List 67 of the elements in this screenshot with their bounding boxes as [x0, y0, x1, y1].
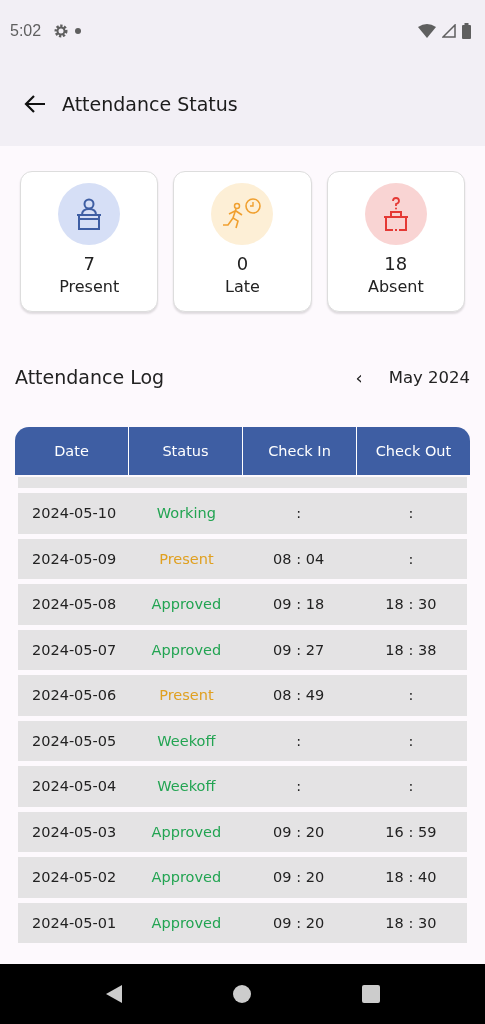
- back-nav-icon[interactable]: [105, 984, 124, 1004]
- check-out-cell-text: :: [407, 687, 415, 704]
- check-in-cell-text: 09 : 20: [272, 823, 326, 840]
- status-cell-text: Approved: [150, 914, 223, 931]
- status-cell-text: Weekoff: [156, 778, 217, 795]
- summary-label: Absent: [367, 277, 424, 296]
- date-cell-text: 2024-05-05: [31, 732, 118, 749]
- page-title: Attendance Status: [62, 93, 238, 115]
- check-in-cell-text: 09 : 18: [272, 596, 326, 613]
- check-in-cell-text: :: [295, 505, 303, 522]
- recents-nav-icon[interactable]: [361, 985, 380, 1003]
- column-header: Date: [53, 442, 90, 461]
- date-cell-text: 2024-05-06: [31, 687, 118, 704]
- check-out-cell-text: 16 : 59: [384, 823, 438, 840]
- check-out-cell-text: 18 : 40: [384, 869, 438, 886]
- status-cell-text: Weekoff: [156, 732, 217, 749]
- summary-count: 18: [384, 253, 408, 274]
- check-out-cell-text: 18 : 30: [384, 914, 438, 931]
- running-person-clock-icon: [222, 198, 263, 230]
- check-out-cell-text: 18 : 30: [384, 596, 438, 613]
- month-label: May 2024: [388, 367, 470, 387]
- status-cell-text: Approved: [150, 596, 223, 613]
- summary-label: Late: [225, 277, 260, 296]
- check-in-cell-text: 09 : 20: [272, 914, 326, 931]
- previous-month-button[interactable]: ‹: [349, 366, 369, 388]
- wifi-icon: [418, 24, 436, 38]
- status-cell-text: Approved: [150, 641, 223, 658]
- settings-icon: [53, 23, 70, 39]
- summary-count: 7: [83, 253, 95, 274]
- status-cell-text: Present: [158, 550, 215, 567]
- check-in-cell-text: 08 : 04: [272, 550, 326, 567]
- status-cell-text: Approved: [150, 869, 223, 886]
- check-out-cell-text: :: [407, 778, 415, 795]
- check-in-cell-text: 08 : 49: [272, 687, 326, 704]
- column-header: Check In: [242, 427, 356, 475]
- date-cell-text: 2024-05-02: [31, 869, 118, 886]
- summary-count: 0: [236, 253, 249, 274]
- check-out-cell-text: 18 : 38: [384, 641, 438, 658]
- date-cell-text: 2024-05-09: [31, 550, 118, 567]
- signal-icon: [442, 24, 456, 38]
- back-icon[interactable]: [24, 95, 46, 113]
- notification-dot-icon: [75, 28, 82, 34]
- column-header: Check Out: [356, 427, 470, 475]
- status-time: 5:02: [10, 22, 42, 40]
- check-out-cell-text: :: [407, 550, 415, 567]
- section-title: Attendance Log: [15, 366, 165, 388]
- date-cell-text: 2024-05-08: [31, 596, 118, 613]
- date-cell-text: 2024-05-04: [31, 778, 118, 795]
- check-out-cell-text: :: [407, 732, 415, 749]
- check-out-cell-text: :: [407, 505, 415, 522]
- check-in-cell-text: 09 : 20: [272, 869, 326, 886]
- column-header: Status: [128, 427, 242, 475]
- date-cell-text: 2024-05-03: [31, 823, 118, 840]
- empty-desk-question-icon: [382, 197, 409, 231]
- check-in-cell-text: :: [295, 778, 303, 795]
- status-cell-text: Working: [155, 505, 217, 522]
- person-at-desk-icon: [76, 198, 103, 230]
- date-cell-text: 2024-05-01: [31, 914, 118, 931]
- status-cell-text: Approved: [150, 823, 223, 840]
- status-cell-text: Present: [158, 687, 215, 704]
- home-nav-icon[interactable]: [233, 985, 252, 1003]
- battery-icon: [462, 23, 471, 39]
- check-in-cell-text: :: [295, 732, 303, 749]
- summary-label: Present: [59, 277, 120, 296]
- date-cell-text: 2024-05-10: [31, 505, 118, 522]
- check-in-cell-text: 09 : 27: [272, 641, 326, 658]
- date-cell-text: 2024-05-07: [31, 641, 118, 658]
